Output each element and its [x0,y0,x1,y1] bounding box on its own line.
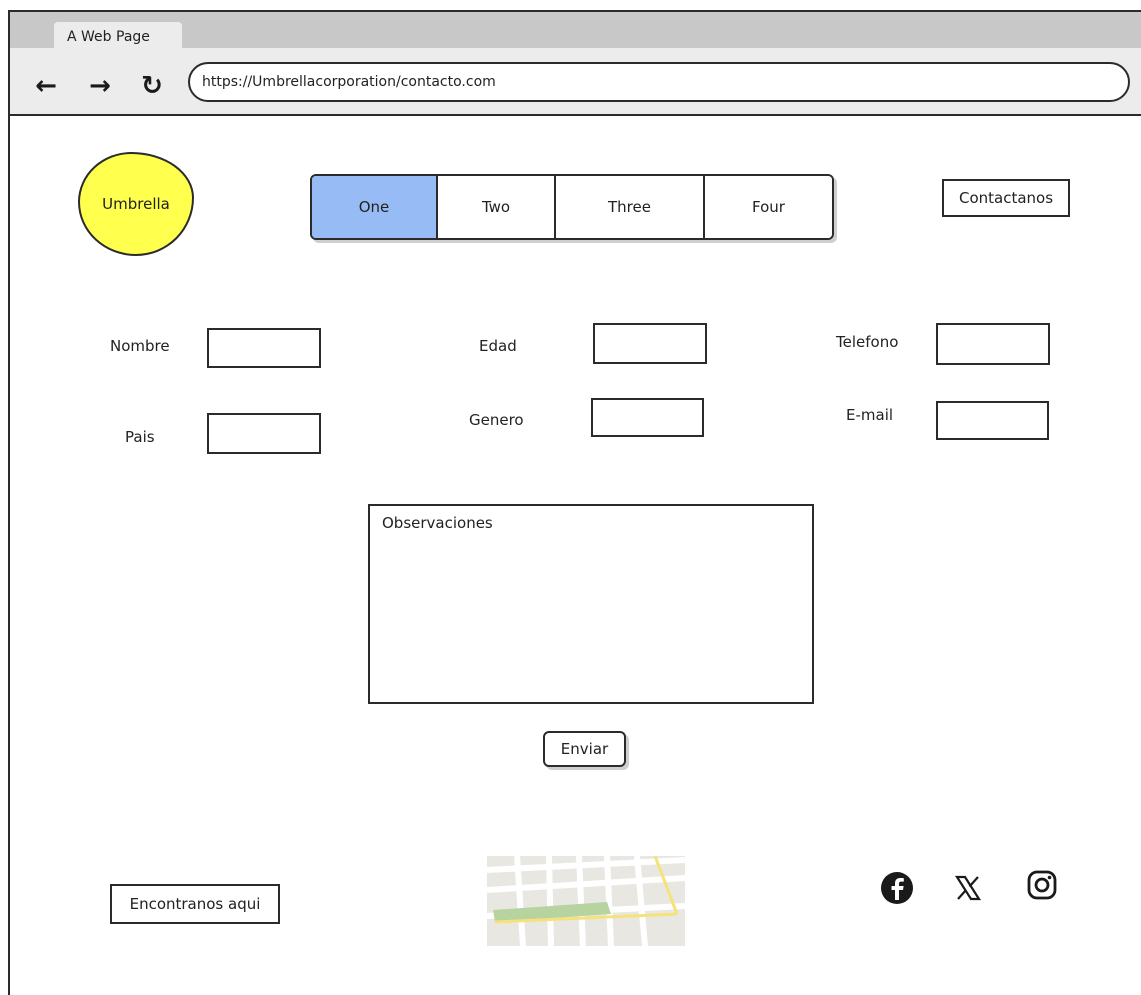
observaciones-textarea[interactable]: Observaciones [368,504,814,704]
observaciones-placeholder: Observaciones [382,514,493,532]
browser-tab[interactable]: A Web Page [54,22,182,52]
telefono-label: Telefono [836,333,899,351]
browser-chrome: A Web Page ← → ↻ https://Umbrellacorpora… [10,12,1141,116]
genero-label: Genero [469,411,524,429]
address-bar[interactable]: https://Umbrellacorporation/contacto.com [188,62,1130,102]
reload-icon[interactable]: ↻ [134,68,170,104]
edad-label: Edad [479,337,517,355]
pais-label: Pais [125,428,155,446]
instagram-icon[interactable] [1024,867,1060,903]
tab-four[interactable]: Four [705,176,832,238]
main-tabs: One Two Three Four [310,174,834,240]
tab-one[interactable]: One [312,176,438,238]
email-field[interactable] [936,401,1049,440]
browser-window: A Web Page ← → ↻ https://Umbrellacorpora… [8,10,1141,995]
genero-field[interactable] [591,398,704,437]
facebook-icon[interactable] [879,870,915,906]
tab-strip: A Web Page [10,12,1141,52]
back-arrow-icon[interactable]: ← [28,68,64,104]
logo-text: Umbrella [102,195,170,213]
x-icon[interactable] [950,870,986,906]
pais-field[interactable] [207,413,321,454]
tab-two[interactable]: Two [438,176,556,238]
map-image [487,856,685,946]
nombre-field[interactable] [207,328,321,368]
edad-field[interactable] [593,323,707,364]
telefono-field[interactable] [936,323,1050,365]
email-label: E-mail [846,406,894,424]
nombre-label: Nombre [110,337,170,355]
forward-arrow-icon[interactable]: → [82,68,118,104]
send-button[interactable]: Enviar [543,731,626,767]
tab-three[interactable]: Three [556,176,705,238]
location-button[interactable]: Encontranos aqui [110,884,280,924]
contact-button[interactable]: Contactanos [942,179,1070,217]
map[interactable] [487,856,685,946]
